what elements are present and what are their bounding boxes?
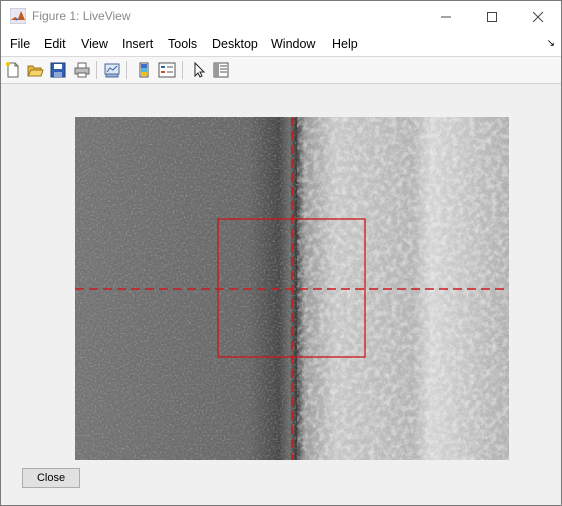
toolbar-separator — [96, 61, 97, 79]
maximize-icon — [487, 11, 497, 22]
maximize-button[interactable] — [469, 1, 515, 32]
window-title: Figure 1: LiveView — [32, 9, 131, 23]
matlab-icon — [10, 8, 26, 24]
legend-icon[interactable] — [158, 61, 176, 79]
close-icon — [532, 11, 544, 22]
dock-arrow-icon[interactable]: ↘ — [547, 38, 555, 49]
print-icon[interactable] — [73, 61, 91, 79]
menu-view[interactable]: View — [81, 37, 108, 51]
menu-file[interactable]: File — [10, 37, 30, 51]
open-file-icon[interactable] — [26, 61, 44, 79]
toolbar-separator — [182, 61, 183, 79]
menu-window[interactable]: Window — [271, 37, 315, 51]
property-inspector-icon[interactable] — [212, 61, 230, 79]
figure-toolbar — [1, 57, 561, 84]
image-axes[interactable] — [75, 117, 509, 460]
menu-desktop[interactable]: Desktop — [212, 37, 258, 51]
menu-insert[interactable]: Insert — [122, 37, 153, 51]
save-icon[interactable] — [49, 61, 67, 79]
figure-window: Figure 1: LiveView File Edit View Insert… — [0, 0, 562, 506]
close-button[interactable]: Close — [22, 468, 80, 488]
pointer-icon[interactable] — [190, 61, 208, 79]
minimize-icon — [441, 16, 451, 17]
menu-tools[interactable]: Tools — [168, 37, 197, 51]
link-plot-icon[interactable] — [103, 61, 121, 79]
menu-bar: File Edit View Insert Tools Desktop Wind… — [1, 32, 561, 57]
new-figure-icon[interactable] — [4, 61, 22, 79]
colorbar-icon[interactable] — [135, 61, 153, 79]
title-bar: Figure 1: LiveView — [1, 1, 561, 32]
close-window-button[interactable] — [515, 1, 561, 32]
minimize-button[interactable] — [423, 1, 469, 32]
menu-help[interactable]: Help — [332, 37, 358, 51]
menu-edit[interactable]: Edit — [44, 37, 66, 51]
toolbar-separator — [126, 61, 127, 79]
